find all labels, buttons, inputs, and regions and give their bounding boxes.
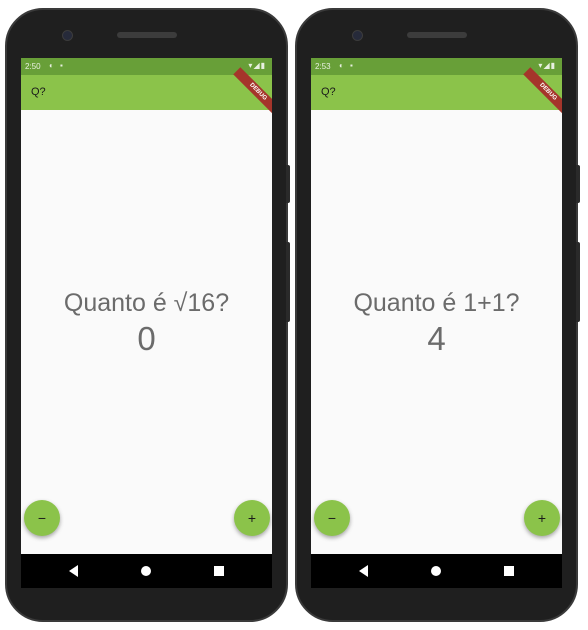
debug-banner: DEBUG: [523, 67, 562, 117]
navigation-bar: [311, 554, 562, 588]
recents-icon[interactable]: [504, 566, 514, 576]
decrement-button[interactable]: −: [24, 500, 60, 536]
content-center: Quanto é 1+1? 4: [311, 288, 562, 358]
notification-icons: ◐ ▪: [49, 61, 65, 70]
question-text: Quanto é √16?: [63, 289, 230, 317]
recents-icon[interactable]: [214, 566, 224, 576]
answer-value: 4: [427, 320, 446, 357]
increment-button[interactable]: +: [234, 500, 270, 536]
back-icon[interactable]: [69, 565, 78, 577]
navigation-bar: [21, 554, 272, 588]
app-title: Q?: [31, 86, 46, 98]
system-icons: ▾◢▮: [248, 61, 266, 70]
status-time: 2:53: [315, 62, 331, 71]
answer-value: 0: [137, 320, 156, 357]
earpiece-speaker: [407, 32, 467, 38]
phone-screen: 2:50 ◐ ▪ ▾◢▮ Q? DEBUG Quanto é √16? 0 − …: [21, 58, 272, 588]
system-icons: ▾◢▮: [538, 61, 556, 70]
power-button: [286, 165, 290, 203]
phone-screen: 2:53 ◐ ▪ ▾◢▮ Q? DEBUG Quanto é 1+1? 4 − …: [311, 58, 562, 588]
question-text: Quanto é 1+1?: [353, 289, 520, 317]
home-icon[interactable]: [141, 566, 151, 576]
app-title: Q?: [321, 86, 336, 98]
earpiece-speaker: [117, 32, 177, 38]
phone-device-left: 2:50 ◐ ▪ ▾◢▮ Q? DEBUG Quanto é √16? 0 − …: [5, 8, 290, 622]
status-time: 2:50: [25, 62, 41, 71]
decrement-button[interactable]: −: [314, 500, 350, 536]
increment-button[interactable]: +: [524, 500, 560, 536]
app-bar: Q? DEBUG: [21, 67, 272, 117]
home-icon[interactable]: [431, 566, 441, 576]
back-icon[interactable]: [359, 565, 368, 577]
debug-banner: DEBUG: [233, 67, 272, 117]
power-button: [576, 165, 580, 203]
front-camera: [352, 30, 363, 41]
app-bar: Q? DEBUG: [311, 67, 562, 117]
notification-icons: ◐ ▪: [339, 61, 355, 70]
phone-device-right: 2:53 ◐ ▪ ▾◢▮ Q? DEBUG Quanto é 1+1? 4 − …: [295, 8, 580, 622]
content-center: Quanto é √16? 0: [21, 288, 272, 358]
volume-button: [286, 242, 290, 322]
volume-button: [576, 242, 580, 322]
front-camera: [62, 30, 73, 41]
